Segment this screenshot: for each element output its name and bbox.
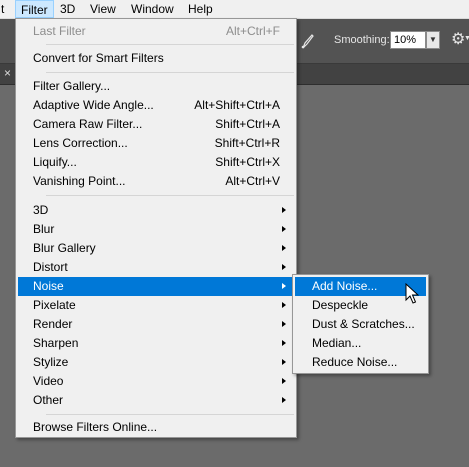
menu-item-label: 3D (33, 203, 49, 217)
smoothing-input[interactable]: 10% (390, 31, 426, 49)
menu-help[interactable]: Help (188, 2, 213, 16)
menu-item-label: Other (33, 393, 64, 407)
chevron-right-icon (282, 264, 286, 270)
menu-item-label: Filter Gallery... (33, 79, 111, 93)
menu-item-label: Convert for Smart Filters (33, 51, 164, 65)
menu-item-label: Blur Gallery (33, 241, 96, 255)
submenu-item-label: Add Noise... (312, 279, 378, 293)
submenu-item-reduce-noise[interactable]: Reduce Noise... (295, 353, 426, 372)
menu-3d[interactable]: 3D (60, 2, 75, 16)
chevron-right-icon (282, 226, 286, 232)
smoothing-dropdown-button[interactable]: ▼ (426, 31, 440, 49)
menu-item-label: Distort (33, 260, 68, 274)
menu-item-3d[interactable]: 3D (18, 201, 294, 220)
submenu-item-label: Despeckle (312, 298, 369, 312)
menu-item-label: Adaptive Wide Angle... (33, 98, 154, 112)
chevron-right-icon (282, 302, 286, 308)
menu-item-shortcut: Alt+Ctrl+V (225, 174, 280, 188)
menu-item-vanishing-point[interactable]: Vanishing Point... Alt+Ctrl+V (18, 172, 294, 191)
smoothing-label: Smoothing: (334, 34, 390, 46)
menu-item-label: Blur (33, 222, 55, 236)
submenu-item-median[interactable]: Median... (295, 334, 426, 353)
mouse-cursor-icon (405, 283, 419, 304)
menu-item-label: Lens Correction... (33, 136, 128, 150)
menu-item-other[interactable]: Other (18, 391, 294, 410)
submenu-item-dust-scratches[interactable]: Dust & Scratches... (295, 315, 426, 334)
menu-item-label: Liquify... (33, 155, 77, 169)
menu-item-label: Last Filter (33, 24, 86, 38)
menu-separator (46, 72, 294, 73)
chevron-right-icon (282, 245, 286, 251)
menu-separator (46, 44, 294, 45)
menu-item-label: Video (33, 374, 64, 388)
brush-pressure-icon[interactable] (300, 33, 314, 49)
menu-item-filter-gallery[interactable]: Filter Gallery... (18, 77, 294, 96)
submenu-item-label: Reduce Noise... (312, 355, 398, 369)
menu-item-liquify[interactable]: Liquify... Shift+Ctrl+X (18, 153, 294, 172)
close-icon[interactable]: × (4, 66, 11, 80)
menu-item-last-filter[interactable]: Last Filter Alt+Ctrl+F (18, 22, 294, 41)
menu-item-shortcut: Shift+Ctrl+A (215, 117, 280, 131)
menu-item-shortcut: Alt+Ctrl+F (225, 24, 280, 38)
menu-separator (46, 414, 294, 415)
menu-item-noise[interactable]: Noise (18, 277, 294, 296)
submenu-item-label: Dust & Scratches... (312, 317, 415, 331)
menu-item-camera-raw-filter[interactable]: Camera Raw Filter... Shift+Ctrl+A (18, 115, 294, 134)
chevron-right-icon (282, 321, 286, 327)
menu-item-sharpen[interactable]: Sharpen (18, 334, 294, 353)
menu-item-label: Vanishing Point... (33, 174, 126, 188)
menu-item-distort[interactable]: Distort (18, 258, 294, 277)
menu-view[interactable]: View (90, 2, 116, 16)
menu-window[interactable]: Window (131, 2, 174, 16)
chevron-right-icon (282, 283, 286, 289)
menu-image-partial[interactable]: t (1, 2, 4, 16)
chevron-down-icon[interactable]: ▼ (464, 35, 469, 42)
chevron-right-icon (282, 340, 286, 346)
menu-item-stylize[interactable]: Stylize (18, 353, 294, 372)
menu-item-browse-filters-online[interactable]: Browse Filters Online... (18, 418, 294, 437)
menu-item-shortcut: Shift+Ctrl+R (214, 136, 280, 150)
menu-separator (46, 195, 294, 196)
menu-bar: t Filter 3D View Window Help (0, 0, 469, 19)
menu-item-lens-correction[interactable]: Lens Correction... Shift+Ctrl+R (18, 134, 294, 153)
menu-item-convert-smart-filters[interactable]: Convert for Smart Filters (18, 49, 294, 68)
menu-item-label: Noise (33, 279, 64, 293)
menu-item-label: Render (33, 317, 73, 331)
menu-item-video[interactable]: Video (18, 372, 294, 391)
menu-item-label: Stylize (33, 355, 69, 369)
menu-item-shortcut: Shift+Ctrl+X (215, 155, 280, 169)
chevron-right-icon (282, 378, 286, 384)
submenu-item-label: Median... (312, 336, 362, 350)
menu-item-blur[interactable]: Blur (18, 220, 294, 239)
chevron-down-icon: ▼ (429, 35, 437, 44)
menu-item-render[interactable]: Render (18, 315, 294, 334)
menu-item-label: Sharpen (33, 336, 79, 350)
menu-filter[interactable]: Filter (15, 0, 54, 18)
menu-item-label: Camera Raw Filter... (33, 117, 143, 131)
menu-item-shortcut: Alt+Shift+Ctrl+A (194, 98, 280, 112)
menu-item-label: Pixelate (33, 298, 76, 312)
chevron-right-icon (282, 359, 286, 365)
filter-menu: Last Filter Alt+Ctrl+F Convert for Smart… (15, 18, 297, 438)
menu-item-blur-gallery[interactable]: Blur Gallery (18, 239, 294, 258)
chevron-right-icon (282, 397, 286, 403)
menu-item-label: Browse Filters Online... (33, 420, 158, 434)
menu-item-pixelate[interactable]: Pixelate (18, 296, 294, 315)
menu-item-adaptive-wide-angle[interactable]: Adaptive Wide Angle... Alt+Shift+Ctrl+A (18, 96, 294, 115)
chevron-right-icon (282, 207, 286, 213)
